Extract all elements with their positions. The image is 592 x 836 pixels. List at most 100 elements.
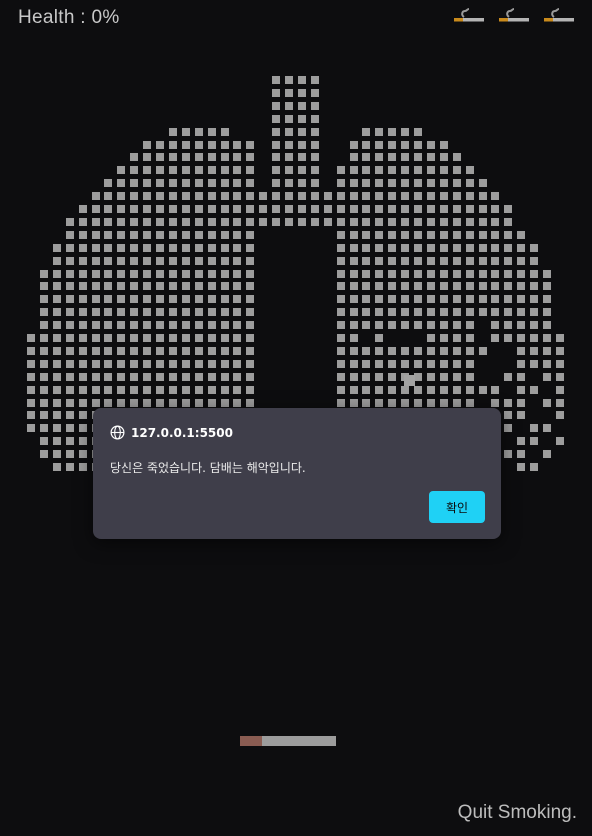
lung-brick — [246, 205, 254, 213]
lung-brick — [285, 205, 293, 213]
lung-brick — [414, 308, 422, 316]
lung-brick — [169, 128, 177, 136]
lung-brick — [246, 244, 254, 252]
lung-brick — [117, 205, 125, 213]
lung-brick — [246, 373, 254, 381]
lung-brick — [479, 218, 487, 226]
lung-brick — [466, 295, 474, 303]
lung-brick — [195, 153, 203, 161]
lung-brick — [169, 257, 177, 265]
ok-button[interactable]: 확인 — [429, 491, 485, 523]
lung-brick — [246, 308, 254, 316]
lung-brick — [362, 308, 370, 316]
lung-brick — [504, 411, 512, 419]
lung-brick — [362, 295, 370, 303]
lung-brick — [427, 192, 435, 200]
lung-brick — [362, 128, 370, 136]
lung-brick — [221, 244, 229, 252]
lung-brick — [375, 128, 383, 136]
lung-brick — [233, 179, 241, 187]
lung-brick — [337, 360, 345, 368]
lung-brick — [298, 115, 306, 123]
lung-brick — [401, 347, 409, 355]
lung-brick — [466, 308, 474, 316]
lung-brick — [208, 373, 216, 381]
lung-brick — [79, 205, 87, 213]
lung-brick — [79, 308, 87, 316]
lung-brick — [479, 244, 487, 252]
lung-brick — [53, 295, 61, 303]
lung-brick — [556, 334, 564, 342]
lung-brick — [530, 347, 538, 355]
lung-brick — [427, 270, 435, 278]
lung-brick — [104, 192, 112, 200]
lung-brick — [156, 257, 164, 265]
lung-brick — [543, 308, 551, 316]
lung-brick — [517, 386, 525, 394]
lung-brick — [182, 257, 190, 265]
lung-brick — [362, 244, 370, 252]
lung-brick — [543, 450, 551, 458]
lung-brick — [375, 205, 383, 213]
lung-brick — [504, 334, 512, 342]
lung-brick — [362, 282, 370, 290]
cigarette-paddle[interactable] — [240, 736, 336, 746]
lung-brick — [350, 347, 358, 355]
lung-brick — [156, 321, 164, 329]
lung-brick — [40, 270, 48, 278]
lung-brick — [27, 347, 35, 355]
lung-brick — [79, 231, 87, 239]
lung-brick — [182, 244, 190, 252]
lung-brick — [221, 141, 229, 149]
lung-brick — [479, 282, 487, 290]
lung-brick — [233, 244, 241, 252]
lung-brick — [79, 437, 87, 445]
lung-brick — [491, 218, 499, 226]
lung-brick — [350, 166, 358, 174]
lung-brick — [272, 153, 280, 161]
lung-brick — [375, 153, 383, 161]
lung-brick — [440, 282, 448, 290]
lung-brick — [53, 463, 61, 471]
lung-brick — [311, 192, 319, 200]
lung-brick — [221, 270, 229, 278]
lung-brick — [401, 205, 409, 213]
lung-brick — [337, 244, 345, 252]
lung-brick — [479, 205, 487, 213]
lung-brick — [130, 179, 138, 187]
lung-brick — [208, 360, 216, 368]
lung-brick — [233, 257, 241, 265]
lung-brick — [233, 308, 241, 316]
lung-brick — [221, 360, 229, 368]
lung-brick — [453, 373, 461, 381]
lung-brick — [272, 128, 280, 136]
lung-brick — [66, 347, 74, 355]
lung-brick — [117, 399, 125, 407]
lung-brick — [401, 244, 409, 252]
lung-brick — [182, 270, 190, 278]
lung-brick — [156, 386, 164, 394]
lung-brick — [491, 321, 499, 329]
lung-brick — [221, 257, 229, 265]
lung-brick — [156, 166, 164, 174]
lung-brick — [40, 450, 48, 458]
lung-brick — [427, 257, 435, 265]
lung-brick — [491, 308, 499, 316]
lung-brick — [233, 373, 241, 381]
lung-brick — [208, 295, 216, 303]
lung-brick — [517, 282, 525, 290]
lung-brick — [66, 218, 74, 226]
lung-brick — [427, 386, 435, 394]
lung-brick — [208, 321, 216, 329]
lung-brick — [401, 166, 409, 174]
lung-brick — [504, 450, 512, 458]
lung-brick — [79, 424, 87, 432]
lung-brick — [233, 192, 241, 200]
lung-brick — [453, 321, 461, 329]
lung-brick — [491, 282, 499, 290]
lung-brick — [453, 399, 461, 407]
lung-brick — [466, 179, 474, 187]
lung-brick — [440, 295, 448, 303]
lung-brick — [350, 244, 358, 252]
lung-brick — [440, 244, 448, 252]
